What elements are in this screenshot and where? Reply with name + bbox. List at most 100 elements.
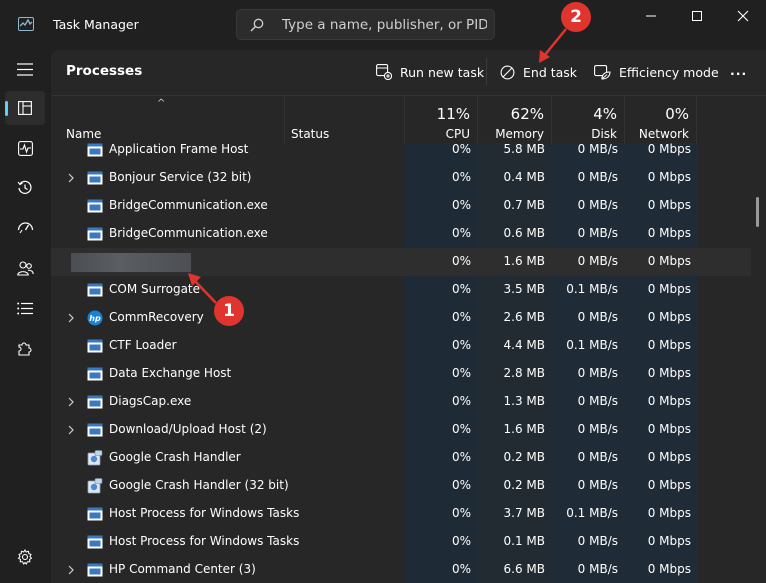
column-header-row: ^ Name Status 11% CPU 62% Memory 4% Disk…	[51, 95, 766, 144]
nav-app-history[interactable]	[5, 171, 45, 205]
process-name: Host Process for Windows Tasks	[109, 506, 300, 520]
column-header-memory[interactable]: 62% Memory	[477, 96, 551, 144]
process-row[interactable]: BridgeCommunication.exe 0% 0.7 MB 0 MB/s 0 M…	[51, 192, 751, 220]
column-header-disk[interactable]: 4% Disk	[551, 96, 624, 144]
nav-processes[interactable]	[5, 91, 45, 125]
process-network: 0 Mbps	[647, 282, 691, 296]
process-row[interactable]: Host Process for Windows Tasks 0% 0.1 MB 0 …	[51, 528, 751, 556]
process-row[interactable]: Google Crash Handler (32 bit) 0% 0.2 MB 0 M…	[51, 472, 751, 500]
end-task-button[interactable]: End task	[500, 61, 577, 83]
hp-logo-icon: hp	[87, 310, 103, 326]
process-row[interactable]: COM Surrogate 0% 3.5 MB 0.1 MB/s 0 Mbps	[51, 276, 751, 304]
puzzle-icon	[18, 342, 32, 356]
nav-performance[interactable]	[5, 131, 45, 165]
close-icon	[737, 10, 749, 22]
users-icon	[16, 260, 34, 276]
column-header-status[interactable]: Status	[284, 96, 404, 144]
nav-services[interactable]	[5, 331, 45, 365]
nav-users[interactable]	[5, 251, 45, 285]
close-button[interactable]	[720, 0, 766, 32]
chevron-right-icon[interactable]	[67, 313, 75, 323]
vertical-scrollbar-thumb[interactable]	[756, 197, 759, 227]
process-cpu: 0%	[451, 450, 471, 464]
end-task-label: End task	[523, 64, 578, 80]
hamburger-menu-button[interactable]	[5, 52, 45, 86]
processes-icon	[18, 101, 32, 115]
nav-startup-apps[interactable]	[5, 211, 45, 245]
process-network: 0 Mbps	[647, 366, 691, 380]
search-input[interactable]	[282, 10, 487, 39]
process-name: Application Frame Host	[109, 143, 249, 156]
process-row[interactable]: BridgeCommunication.exe 0% 0.6 MB 0 MB/s 0 M…	[51, 220, 751, 248]
minimize-button[interactable]	[628, 0, 674, 32]
process-row[interactable]: Host Process for Windows Tasks 0% 3.7 MB 0.…	[51, 500, 751, 528]
details-list-icon	[17, 302, 33, 314]
redacted-process-name	[71, 253, 191, 272]
process-cpu: 0%	[451, 198, 471, 212]
efficiency-mode-button[interactable]: Efficiency mode	[594, 61, 719, 83]
process-name: DiagsCap.exe	[109, 394, 192, 408]
column-header-name[interactable]: ^ Name	[51, 96, 284, 144]
process-row[interactable]: HP Command Center (3) 0% 6.6 MB 0 MB/s 0 Mbp…	[51, 556, 751, 583]
process-cpu: 0%	[451, 422, 471, 436]
column-header-cpu[interactable]: 11% CPU	[404, 96, 477, 144]
chevron-right-icon[interactable]	[67, 425, 75, 435]
minimize-icon	[646, 15, 656, 17]
nav-details[interactable]	[5, 291, 45, 325]
chevron-right-icon[interactable]	[67, 173, 75, 183]
process-name: CommRecovery	[109, 310, 204, 324]
process-network: 0 Mbps	[647, 534, 691, 548]
column-header-network[interactable]: 0% Network	[624, 96, 697, 144]
more-options-button[interactable]: ...	[730, 59, 747, 81]
process-row[interactable]: DiagsCap.exe 0% 1.3 MB 0 MB/s 0 Mbps	[51, 388, 751, 416]
process-disk: 0 MB/s	[577, 562, 618, 576]
efficiency-leaf-icon	[594, 64, 611, 80]
maximize-button[interactable]	[674, 0, 720, 32]
chevron-right-icon[interactable]	[67, 397, 75, 407]
process-disk: 0 MB/s	[577, 310, 618, 324]
process-row[interactable]: hp CommRecovery 0% 2.6 MB 0 MB/s 0 Mbps	[51, 304, 751, 332]
title-bar: Task Manager	[0, 0, 766, 50]
process-name: BridgeCommunication.exe	[109, 226, 268, 240]
chevron-right-icon[interactable]	[67, 565, 75, 575]
process-row[interactable]: Application Frame Host 0% 5.8 MB 0 MB/s 0 Mb…	[51, 143, 751, 164]
process-row[interactable]: 0% 1.6 MB 0 MB/s 0 Mbps	[51, 248, 751, 276]
process-disk: 0 MB/s	[577, 226, 618, 240]
process-network: 0 Mbps	[647, 450, 691, 464]
process-row[interactable]: Bonjour Service (32 bit) 0% 0.4 MB 0 MB/s 0 …	[51, 164, 751, 192]
process-name: Bonjour Service (32 bit)	[109, 170, 252, 184]
process-network: 0 Mbps	[647, 422, 691, 436]
process-network: 0 Mbps	[647, 226, 691, 240]
window-icon	[87, 562, 103, 578]
more-options-icon: ...	[730, 62, 748, 78]
run-new-task-icon	[376, 64, 392, 80]
nav-settings[interactable]	[5, 540, 45, 574]
window-icon	[87, 226, 103, 242]
process-memory: 2.8 MB	[503, 366, 545, 380]
process-memory: 0.1 MB	[503, 534, 545, 548]
process-disk: 0.1 MB/s	[566, 506, 618, 520]
annotation-badge-2: 2	[561, 2, 591, 32]
process-cpu: 0%	[451, 394, 471, 408]
process-disk: 0 MB/s	[577, 254, 618, 268]
process-cpu: 0%	[451, 282, 471, 296]
search-box[interactable]	[236, 9, 495, 40]
process-disk: 0 MB/s	[577, 170, 618, 184]
run-new-task-button[interactable]: Run new task	[376, 61, 484, 83]
process-row[interactable]: Google Crash Handler 0% 0.2 MB 0 MB/s 0 Mbps	[51, 444, 751, 472]
process-memory: 4.4 MB	[503, 338, 545, 352]
process-row[interactable]: Data Exchange Host 0% 2.8 MB 0 MB/s 0 Mbps	[51, 360, 751, 388]
process-row[interactable]: Download/Upload Host (2) 0% 1.6 MB 0 MB/s 0 …	[51, 416, 751, 444]
process-row[interactable]: CTF Loader 0% 4.4 MB 0.1 MB/s 0 Mbps	[51, 332, 751, 360]
annotation-badge-1: 1	[214, 296, 244, 326]
process-cpu: 0%	[451, 338, 471, 352]
gear-icon	[17, 549, 33, 565]
process-name: Google Crash Handler (32 bit)	[109, 478, 289, 492]
process-network: 0 Mbps	[647, 506, 691, 520]
end-task-icon	[500, 65, 515, 79]
process-name: Data Exchange Host	[109, 366, 232, 380]
process-disk: 0 MB/s	[577, 450, 618, 464]
process-cpu: 0%	[451, 478, 471, 492]
process-memory: 2.6 MB	[503, 310, 545, 324]
command-bar: Processes Run new task End task Efficien…	[51, 50, 766, 93]
